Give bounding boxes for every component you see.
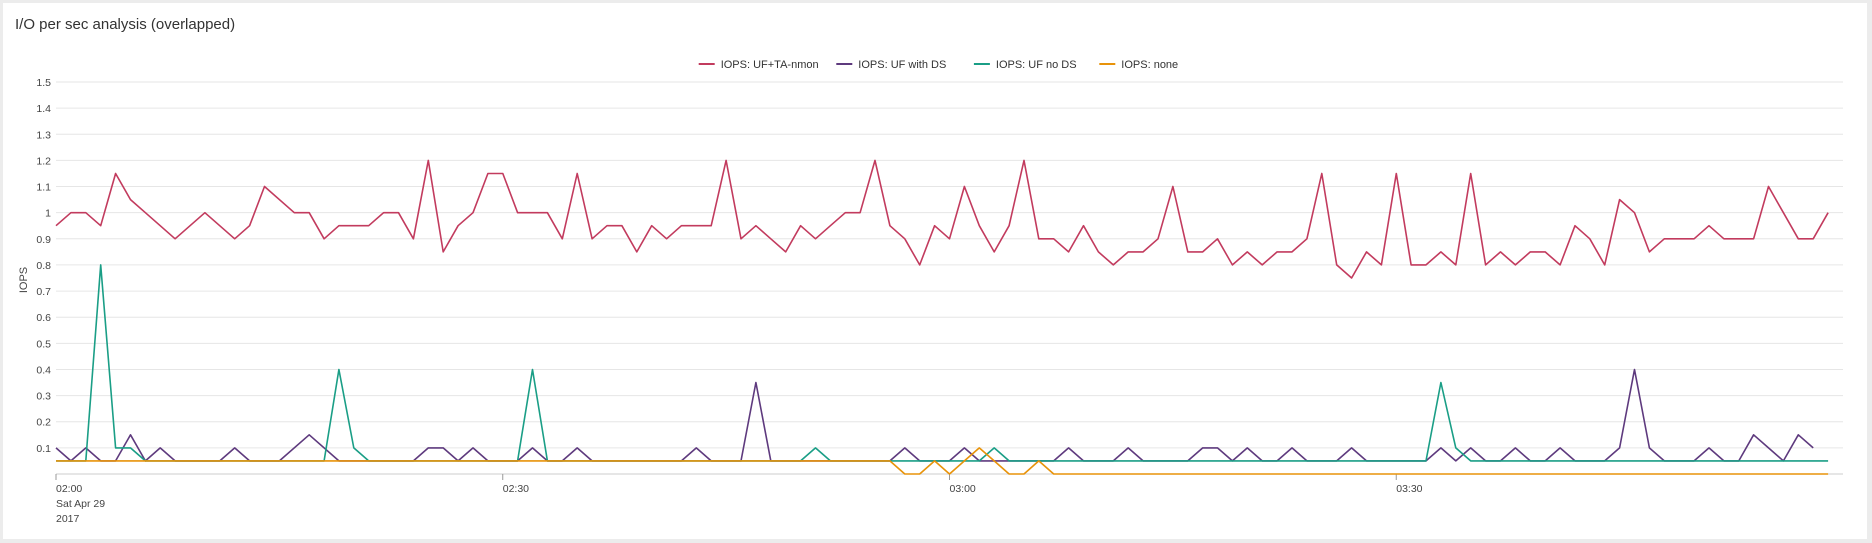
- x-tick-sublabel: 2017: [56, 513, 80, 525]
- legend-label: IOPS: UF no DS: [996, 59, 1077, 71]
- x-tick-label: 02:00: [56, 483, 82, 495]
- y-tick-label: 0.9: [36, 234, 51, 246]
- series-line-0: [55, 159, 1829, 279]
- y-tick-label: 0.6: [36, 312, 51, 324]
- y-tick-label: 1.4: [36, 103, 51, 115]
- y-tick-label: 0.7: [36, 286, 51, 298]
- legend-label: IOPS: none: [1121, 59, 1178, 71]
- y-tick-label: 0.4: [36, 364, 51, 376]
- y-tick-label: 1: [45, 208, 51, 220]
- legend-label: IOPS: UF with DS: [858, 59, 946, 71]
- iops-line-chart: 0.1 0.2 0.3 0.4 0.5 0.6 0.7 0.8 0.9 1 1.1 1.2 1.3 1.4…: [18, 59, 1843, 525]
- y-tick-label: 0.1: [36, 443, 51, 455]
- x-tick-label: 03:30: [1396, 483, 1422, 495]
- y-tick-label: 0.3: [36, 391, 51, 403]
- y-tick-label: 0.8: [36, 260, 51, 272]
- series-line-2: [56, 264, 1829, 462]
- y-tick-label: 1.5: [36, 77, 51, 89]
- legend-label: IOPS: UF+TA-nmon: [721, 59, 819, 71]
- series-line-1: [55, 368, 1814, 462]
- y-axis-title: IOPS: [18, 267, 30, 293]
- y-tick-label: 0.5: [36, 338, 51, 350]
- x-tick-label: 03:00: [950, 483, 976, 495]
- y-tick-label: 1.1: [36, 182, 51, 194]
- y-tick-label: 0.2: [36, 417, 51, 429]
- y-tick-label: 1.2: [36, 155, 51, 167]
- x-tick-label: 02:30: [503, 483, 529, 495]
- x-tick-sublabel: Sat Apr 29: [56, 498, 105, 510]
- y-tick-label: 1.3: [36, 129, 51, 141]
